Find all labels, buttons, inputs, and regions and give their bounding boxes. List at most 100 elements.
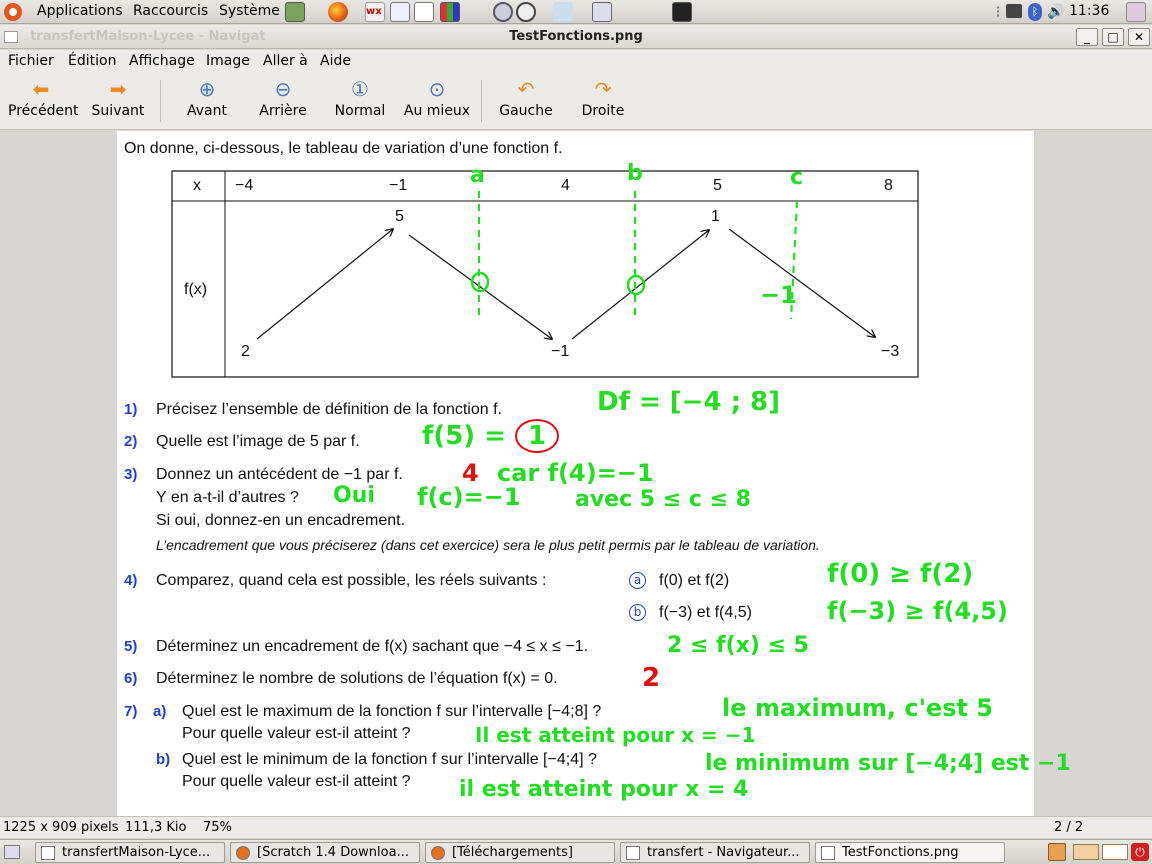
toolbar-separator	[481, 80, 482, 122]
question-text: Donnez un antécédent de −1 par f.	[156, 466, 403, 483]
question-note: L’encadrement que vous préciserez (dans …	[156, 537, 820, 553]
text-editor-icon[interactable]	[390, 2, 410, 22]
table-fx-header: f(x)	[184, 281, 208, 298]
question-subtext: Pour quelle valeur est-il atteint ?	[182, 773, 411, 790]
image-app-icon[interactable]	[285, 2, 305, 22]
taskbar-item-active[interactable]: TestFonctions.png	[815, 842, 1005, 863]
arrow-up-1	[256, 229, 393, 340]
notes-icon[interactable]	[414, 2, 434, 22]
rotate-right-label: Droite	[581, 103, 625, 119]
rotate-right-button[interactable]: ↷ Droite	[578, 78, 628, 119]
workspace-switcher[interactable]	[1102, 844, 1128, 860]
question-subtext: Pour quelle valeur est-il atteint ?	[182, 725, 411, 742]
power-icon[interactable]: ⏻	[1131, 843, 1149, 861]
volume-icon[interactable]: 🔊	[1047, 3, 1065, 21]
workspace-switcher[interactable]	[1073, 844, 1099, 860]
ubuntu-logo-icon[interactable]	[4, 3, 22, 21]
variation-table	[171, 170, 919, 378]
handwritten-label-c: c	[790, 165, 804, 190]
handwritten-red-answer-6: 2	[642, 663, 661, 693]
taskbar-item[interactable]: transfertMaison-Lyce...	[35, 842, 225, 863]
menu-aide[interactable]: Aide	[320, 53, 351, 69]
handwritten-minus-one: −1	[760, 281, 797, 309]
minimize-button[interactable]: _	[1076, 28, 1098, 46]
taskbar-item[interactable]: [Téléchargements]	[425, 842, 615, 863]
menu-affichage[interactable]: Affichage	[129, 53, 195, 69]
network-icon[interactable]	[493, 2, 513, 22]
applications-menu[interactable]: Applications	[37, 3, 123, 19]
maximize-button[interactable]: □	[1102, 28, 1124, 46]
question-text: Déterminez le nombre de solutions de l’é…	[156, 670, 558, 687]
screenshot-icon[interactable]	[592, 2, 612, 22]
system-menu[interactable]: Système	[219, 3, 280, 19]
best-fit-button[interactable]: ⊙ Au mieux	[402, 78, 472, 119]
zoom-normal-button[interactable]: ① Normal	[330, 78, 390, 119]
rotate-left-button[interactable]: ↶ Gauche	[498, 78, 554, 119]
table-x-header: x	[193, 177, 201, 194]
handwritten-avec: avec 5 ≤ c ≤ 8	[575, 487, 751, 512]
menu-edition[interactable]: Édition	[68, 53, 116, 69]
question-part-label: a)	[153, 703, 167, 720]
handwritten-answer-7a-2: Il est atteint pour x = −1	[475, 723, 756, 747]
arrow-right-icon: ➡	[109, 77, 127, 101]
handwritten-label-a: a	[470, 163, 485, 188]
taskbar-item-label: transfertMaison-Lyce...	[62, 845, 211, 860]
previous-label: Précédent	[8, 103, 79, 119]
table-border	[171, 170, 919, 378]
rotate-left-label: Gauche	[499, 103, 553, 119]
question-text: Comparez, quand cela est possible, les r…	[156, 572, 547, 589]
menu-fichier[interactable]: Fichier	[8, 53, 54, 69]
handwritten-label-b: b	[627, 161, 643, 186]
bluetooth-icon[interactable]: ᛒ	[1028, 3, 1042, 21]
clock[interactable]: 11:36	[1069, 3, 1109, 19]
handwritten-answer-7b: le minimum sur [−4;4] est −1	[705, 751, 1071, 776]
next-button[interactable]: ➡ Suivant	[88, 78, 148, 119]
places-menu[interactable]: Raccourcis	[133, 3, 208, 19]
next-label: Suivant	[91, 103, 145, 119]
monitor-icon[interactable]	[1006, 4, 1022, 18]
option-a-text: f(0) et f(2)	[659, 572, 730, 589]
image-dimensions: 1225 x 909 pixels	[3, 820, 119, 835]
arrow-down-1	[408, 234, 552, 339]
image-viewport[interactable]: On donne, ci-dessous, le tableau de vari…	[0, 131, 1152, 816]
window-title: TestFonctions.png	[509, 29, 643, 44]
question-number: 2)	[124, 433, 138, 450]
close-button[interactable]: ✕	[1128, 28, 1150, 46]
document-image: On donne, ci-dessous, le tableau de vari…	[117, 131, 1071, 816]
question-subtext: Si oui, donnez-en un encadrement.	[156, 512, 406, 529]
firefox-icon	[236, 846, 250, 860]
compass-icon[interactable]	[516, 2, 536, 22]
arrow-left-icon: ⬅	[32, 77, 50, 101]
fx-value: 2	[241, 343, 250, 360]
question-subtext: Y en a-t-il d’autres ?	[156, 489, 299, 506]
zoom-in-button[interactable]: ⊕ Avant	[180, 78, 234, 119]
handwritten-answer-5: 2 ≤ f(x) ≤ 5	[667, 633, 809, 658]
question-number: 5)	[124, 638, 138, 655]
menu-aller-a[interactable]: Aller à	[263, 53, 308, 69]
window-icon	[41, 846, 55, 860]
question-number: 4)	[124, 572, 138, 589]
cursor-icon[interactable]	[553, 2, 573, 22]
menu-image[interactable]: Image	[206, 53, 250, 69]
user-switch-icon[interactable]	[1126, 2, 1146, 22]
toolbar-separator	[160, 80, 161, 122]
taskbar-item[interactable]: transfert - Navigateur...	[620, 842, 810, 863]
trash-icon[interactable]	[1048, 843, 1066, 861]
window-icon	[821, 846, 835, 860]
question-number: 7)	[124, 703, 138, 720]
terminal-icon[interactable]	[672, 2, 692, 22]
handwritten-answer-2-text: f(5) =	[422, 421, 516, 451]
taskbar-item[interactable]: [Scratch 1.4 Downloa...	[230, 842, 420, 863]
chart-app-icon[interactable]	[440, 2, 460, 22]
handwritten-answer-2: f(5) = 1	[422, 419, 560, 453]
previous-button[interactable]: ⬅ Précédent	[8, 77, 78, 119]
fx-value: −1	[551, 343, 570, 360]
handwritten-answer-7a: le maximum, c'est 5	[722, 694, 994, 722]
zoom-out-button[interactable]: ⊖ Arrière	[254, 78, 312, 119]
handwritten-fc: f(c)=−1	[417, 483, 521, 511]
rotate-right-icon: ↷	[594, 77, 612, 101]
firefox-icon[interactable]	[328, 2, 348, 22]
window-titlebar: transfertMaison-Lycee - Navigat TestFonc…	[0, 25, 1152, 49]
show-desktop-icon[interactable]	[4, 845, 20, 859]
wx-app-icon[interactable]: wx	[365, 2, 385, 22]
